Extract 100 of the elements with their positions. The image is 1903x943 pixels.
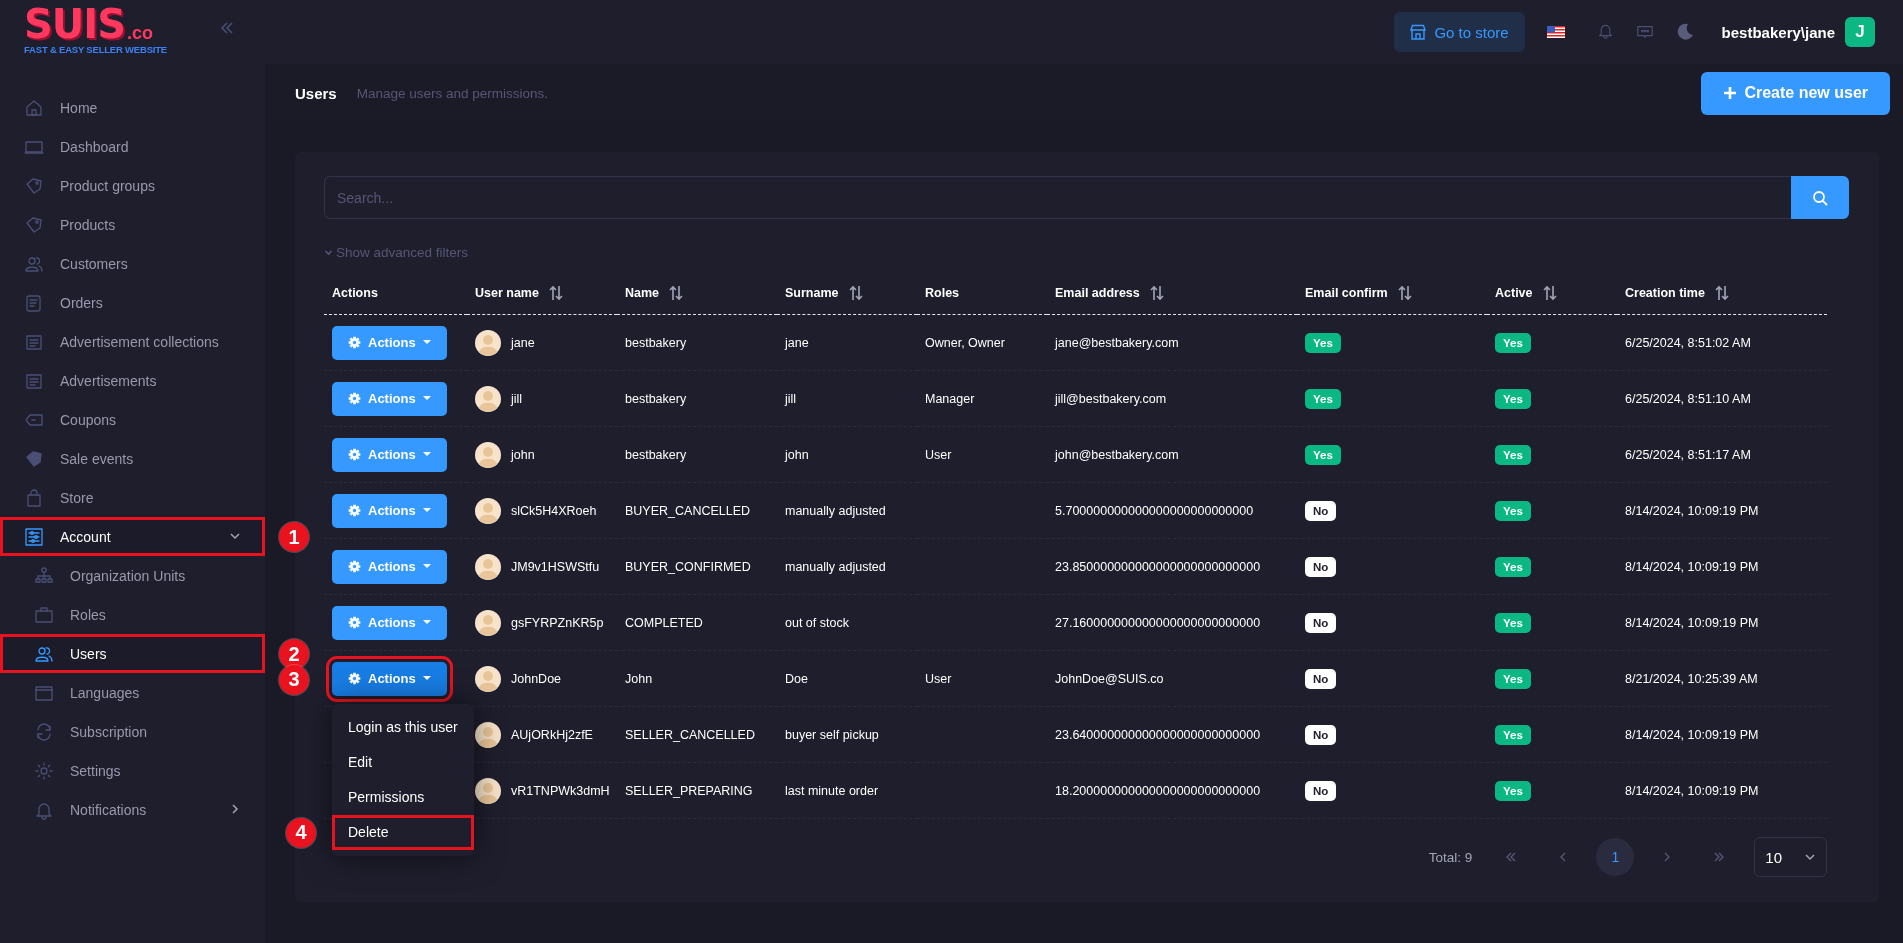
sidebar-item[interactable]: Products: [0, 205, 265, 244]
column-header[interactable]: Email confirm: [1305, 285, 1412, 301]
table-cell: 8/14/2024, 10:09:19 PM: [1617, 762, 1827, 819]
user-name-text: JohnDoe: [511, 671, 562, 686]
sidebar-item[interactable]: Customers: [0, 244, 265, 283]
user-name-text: jane: [511, 335, 535, 350]
sidebar-item[interactable]: Home: [0, 88, 265, 127]
logo-text: SUIS: [24, 4, 125, 44]
sort-icon[interactable]: [1714, 285, 1729, 301]
column-header[interactable]: Name: [625, 285, 684, 301]
status-badge: Yes: [1495, 780, 1531, 801]
chat-icon: [1635, 23, 1654, 41]
page-size-select[interactable]: 10: [1754, 837, 1827, 877]
search-icon: [1812, 189, 1828, 206]
status-badge: Yes: [1495, 612, 1531, 633]
status-badge: Yes: [1495, 388, 1531, 409]
sidebar-item[interactable]: Product groups: [0, 166, 265, 205]
sidebar-item[interactable]: Store: [0, 478, 265, 517]
avatar-icon: [475, 609, 501, 636]
table-cell: Owner, Owner: [917, 314, 1047, 371]
table-cell: 6/25/2024, 8:51:02 AM: [1617, 314, 1827, 371]
table-cell: manually adjusted: [777, 482, 917, 539]
column-header[interactable]: Active: [1495, 285, 1557, 301]
sidebar-item[interactable]: Languages: [0, 673, 265, 712]
gear-icon: [348, 392, 361, 405]
status-badge: No: [1305, 780, 1337, 801]
user-name-text: AUjORkHj2zfE: [511, 727, 593, 742]
caret-icon: [422, 452, 431, 457]
avatar-icon: [475, 721, 501, 748]
page-title: Users: [295, 84, 337, 102]
go-to-store-button[interactable]: Go to store: [1394, 12, 1525, 52]
table-cell: 8/14/2024, 10:09:19 PM: [1617, 482, 1827, 539]
user-name[interactable]: bestbakery\jane: [1721, 23, 1835, 41]
status-badge: Yes: [1495, 444, 1531, 465]
sidebar-item[interactable]: Coupons: [0, 400, 265, 439]
sidebar-item[interactable]: Roles: [0, 595, 265, 634]
sidebar-item[interactable]: Settings: [0, 751, 265, 790]
avatar-icon: [475, 441, 501, 468]
briefcase-icon: [34, 604, 54, 625]
sort-icon[interactable]: [1149, 285, 1164, 301]
column-header[interactable]: Creation time: [1625, 285, 1729, 301]
double-chevron-left-icon: [1505, 852, 1518, 862]
status-badge: Yes: [1495, 668, 1531, 689]
status-badge: Yes: [1495, 332, 1531, 353]
table-cell: bestbakery: [617, 426, 777, 483]
table-cell: out of stock: [777, 594, 917, 651]
sidebar-item[interactable]: Organization Units: [0, 556, 265, 595]
menu-item[interactable]: Edit: [332, 744, 474, 780]
refresh-icon: [34, 721, 54, 742]
page-button[interactable]: 1: [1596, 838, 1635, 876]
sort-icon[interactable]: [669, 285, 684, 301]
search-field[interactable]: Search...: [324, 176, 1791, 219]
sidebar-item[interactable]: Subscription: [0, 712, 265, 751]
table-cell: manually adjusted: [777, 538, 917, 595]
sort-icon[interactable]: [1397, 285, 1412, 301]
caret-icon: [422, 620, 431, 625]
tag-icon: [24, 175, 44, 196]
menu-item[interactable]: Permissions: [332, 779, 474, 815]
sidebar-item[interactable]: Dashboard: [0, 127, 265, 166]
column-header[interactable]: User name: [475, 285, 563, 301]
sidebar-item[interactable]: Advertisements: [0, 361, 265, 400]
avatar-icon: [475, 385, 501, 412]
gear-icon: [348, 560, 361, 573]
column-header[interactable]: Email address: [1055, 285, 1164, 301]
avatar-icon: [475, 665, 501, 692]
flag-icon[interactable]: [1546, 26, 1565, 38]
table-cell: 23.850000000000000000000000000: [1047, 538, 1297, 595]
table-cell: BUYER_CONFIRMED: [617, 538, 777, 595]
table-cell: bestbakery: [617, 314, 777, 371]
gear-icon: [348, 504, 361, 517]
status-badge: Yes: [1495, 556, 1531, 577]
status-badge: No: [1305, 500, 1337, 521]
logo-tagline: FAST & EASY SELLER WEBSITE: [24, 44, 167, 55]
gear-icon: [348, 448, 361, 461]
sidebar-item[interactable]: Advertisement collections: [0, 322, 265, 361]
table-cell: jane: [777, 314, 917, 371]
column-header[interactable]: Surname: [785, 285, 863, 301]
step-number: 2: [279, 639, 309, 669]
avatar-icon: [475, 553, 501, 580]
sort-icon[interactable]: [548, 285, 563, 301]
sidebar-item[interactable]: Sale events: [0, 439, 265, 478]
caret-icon: [422, 676, 431, 681]
sort-icon[interactable]: [1542, 285, 1557, 301]
status-badge: No: [1305, 556, 1337, 577]
step-number: 3: [279, 664, 309, 695]
table-cell: jill: [777, 370, 917, 427]
page-subtitle: Manage users and permissions.: [356, 85, 549, 101]
double-chevron-right-icon: [1713, 852, 1726, 862]
caret-icon: [422, 564, 431, 569]
menu-item[interactable]: Login as this user: [332, 709, 474, 745]
user-name-text: vR1TNPWk3dmH: [511, 783, 610, 798]
sidebar-item[interactable]: Orders: [0, 283, 265, 322]
table-cell: John: [617, 650, 777, 707]
sidebar-item[interactable]: Notifications: [0, 790, 265, 829]
user-name-text: jill: [511, 391, 523, 406]
sort-icon[interactable]: [848, 285, 863, 301]
logo-suffix: .co: [127, 23, 153, 44]
table-cell: COMPLETED: [617, 594, 777, 651]
moon-icon[interactable]: [1675, 23, 1694, 41]
table-cell: User: [917, 650, 1047, 707]
